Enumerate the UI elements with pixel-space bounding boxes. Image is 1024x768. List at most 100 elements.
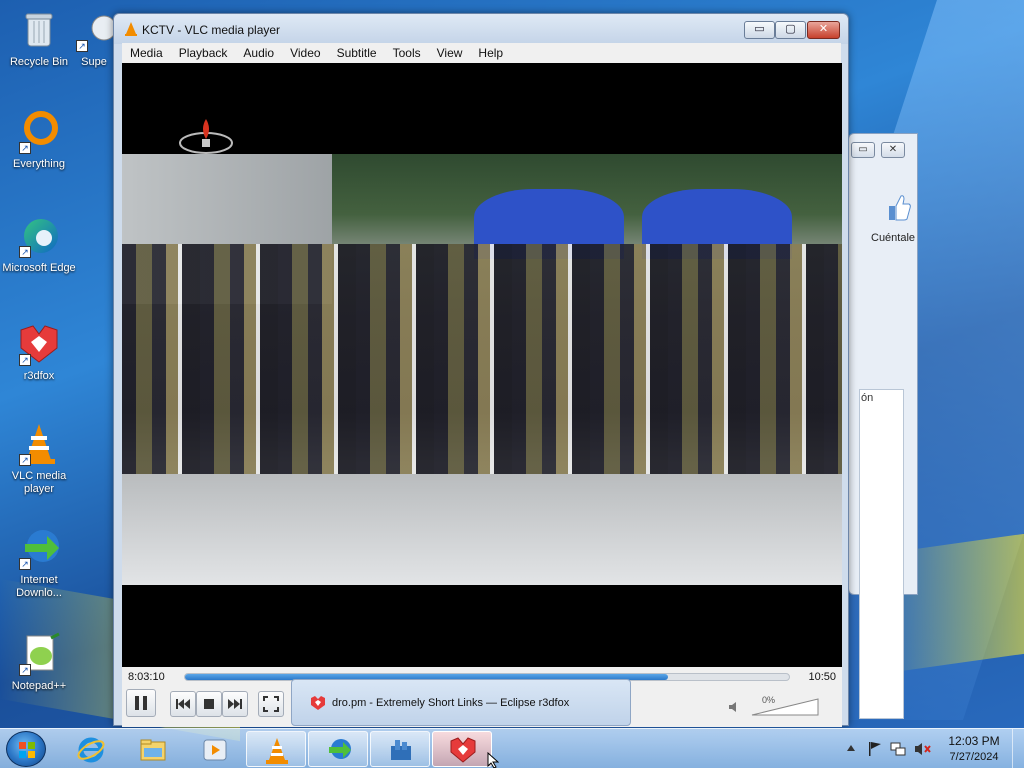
crowd [122, 244, 842, 494]
idm-icon [329, 739, 351, 759]
desktop-icon-notepadpp[interactable]: ↗ Notepad++ [1, 632, 77, 693]
menu-video[interactable]: Video [282, 46, 328, 60]
previous-button[interactable] [170, 691, 196, 717]
everything-icon: ↗ [17, 110, 61, 154]
desktop-icon-label: Recycle Bin [9, 56, 69, 68]
column-header: ón [861, 392, 874, 404]
close-button[interactable]: ✕ [807, 21, 840, 39]
media-player-icon [203, 739, 227, 761]
taskbar-r3dfox[interactable] [432, 731, 492, 767]
share-label: Cuéntale [871, 232, 916, 244]
video-frame [122, 154, 842, 585]
taskbar-idm[interactable] [308, 731, 368, 767]
taskbar-thumbnail-popup[interactable]: dro.pm - Extremely Short Links — Eclipse… [291, 679, 631, 726]
clock-date[interactable]: 7/27/2024 [942, 751, 1006, 763]
desktop-icon-label: VLC media player [11, 470, 67, 495]
app-store-icon [391, 740, 411, 760]
shortcut-arrow-icon: ↗ [19, 454, 31, 466]
shortcut-arrow-icon: ↗ [19, 664, 31, 676]
desktop-icon-everything[interactable]: ↗ Everything [1, 110, 77, 171]
desktop-icon-label: Internet Downlo... [16, 574, 62, 599]
taskbar-app-store[interactable] [370, 731, 430, 767]
volume-slider[interactable] [750, 697, 820, 717]
minimize-button[interactable]: ▭ [744, 21, 775, 39]
desktop-icon-label: Microsoft Edge [2, 262, 76, 274]
taskbar-media-player[interactable] [184, 731, 244, 767]
volume-muted-icon[interactable] [914, 741, 932, 757]
start-button[interactable] [6, 731, 46, 767]
vlc-icon [266, 738, 288, 764]
fullscreen-icon [263, 696, 279, 712]
shortcut-arrow-icon: ↗ [19, 354, 31, 366]
shortcut-arrow-icon: ↗ [19, 142, 31, 154]
desktop-icon-recycle-bin[interactable]: Recycle Bin [1, 8, 77, 69]
skip-forward-icon [228, 699, 242, 709]
recycle-bin-icon [17, 8, 61, 52]
background-window[interactable]: ▭ ✕ Cuéntale ón [848, 133, 918, 719]
menu-audio[interactable]: Audio [235, 46, 282, 60]
show-desktop-button[interactable] [1012, 729, 1024, 768]
speaker-icon[interactable] [728, 701, 740, 713]
stop-icon [204, 699, 214, 709]
taskbar-explorer[interactable] [122, 731, 182, 767]
next-button[interactable] [222, 691, 248, 717]
kctv-logo-icon [179, 119, 233, 154]
restore-button[interactable]: ▭ [851, 142, 875, 158]
desktop-icon-supe[interactable]: ↗ Supe [74, 8, 114, 69]
taskbar-ie[interactable] [60, 731, 120, 767]
menu-bar: Media Playback Audio Video Subtitle Tool… [122, 43, 841, 63]
vlc-window[interactable]: KCTV - VLC media player ▭ ▢ ✕ Media Play… [113, 13, 849, 727]
desktop-icon-label: Notepad++ [11, 680, 67, 692]
fullscreen-button[interactable] [258, 691, 284, 717]
shortcut-arrow-icon: ↗ [19, 246, 31, 258]
skip-back-icon [176, 699, 190, 709]
video-area[interactable] [122, 63, 842, 667]
r3dfox-icon [450, 737, 476, 763]
title-bar[interactable]: KCTV - VLC media player ▭ ▢ ✕ [114, 14, 848, 44]
total-time[interactable]: 10:50 [808, 671, 836, 683]
desktop-icon-label: r3dfox [23, 370, 55, 382]
elapsed-time: 8:03:10 [128, 671, 165, 683]
flag-icon[interactable] [868, 741, 882, 757]
pause-icon [135, 696, 147, 710]
explorer-icon [140, 739, 166, 761]
ie-icon [77, 737, 105, 763]
shortcut-arrow-icon: ↗ [19, 558, 31, 570]
chevron-up-icon[interactable] [846, 743, 856, 753]
window-title: KCTV - VLC media player [142, 23, 281, 37]
maximize-button[interactable]: ▢ [775, 21, 806, 39]
list-panel [859, 389, 904, 719]
mouse-cursor-icon [487, 752, 499, 768]
idm-icon: ↗ [17, 526, 61, 570]
menu-media[interactable]: Media [122, 46, 171, 60]
pause-button[interactable] [126, 689, 156, 717]
vlc-icon: ↗ [17, 422, 61, 466]
taskbar-vlc[interactable] [246, 731, 306, 767]
menu-playback[interactable]: Playback [171, 46, 236, 60]
menu-subtitle[interactable]: Subtitle [329, 46, 385, 60]
clock-time[interactable]: 12:03 PM [946, 734, 1002, 748]
system-tray: 12:03 PM 7/27/2024 [842, 729, 1024, 768]
r3dfox-icon: ↗ [17, 322, 61, 366]
stop-button[interactable] [196, 691, 222, 717]
network-icon[interactable] [890, 741, 906, 757]
popup-title: dro.pm - Extremely Short Links — Eclipse… [332, 697, 570, 709]
desktop-icon-idm[interactable]: ↗ Internet Downlo... [1, 526, 77, 600]
close-button[interactable]: ✕ [881, 142, 905, 158]
shortcut-arrow-icon: ↗ [76, 40, 88, 52]
desktop-icon-label: Everything [13, 158, 65, 170]
edge-icon: ↗ [17, 214, 61, 258]
desktop-icon-vlc[interactable]: ↗ VLC media player [1, 422, 77, 496]
menu-help[interactable]: Help [470, 46, 511, 60]
notepadpp-icon: ↗ [17, 632, 61, 676]
plaza-ground [122, 474, 842, 585]
menu-view[interactable]: View [429, 46, 471, 60]
r3dfox-icon [311, 696, 325, 710]
thumbs-up-icon[interactable] [885, 192, 911, 222]
taskbar: 12:03 PM 7/27/2024 [0, 728, 1024, 768]
windows-logo-icon [19, 742, 35, 758]
desktop-icon-r3dfox[interactable]: ↗ r3dfox [1, 322, 77, 383]
vlc-icon [125, 22, 137, 36]
menu-tools[interactable]: Tools [385, 46, 429, 60]
desktop-icon-edge[interactable]: ↗ Microsoft Edge [1, 214, 77, 275]
